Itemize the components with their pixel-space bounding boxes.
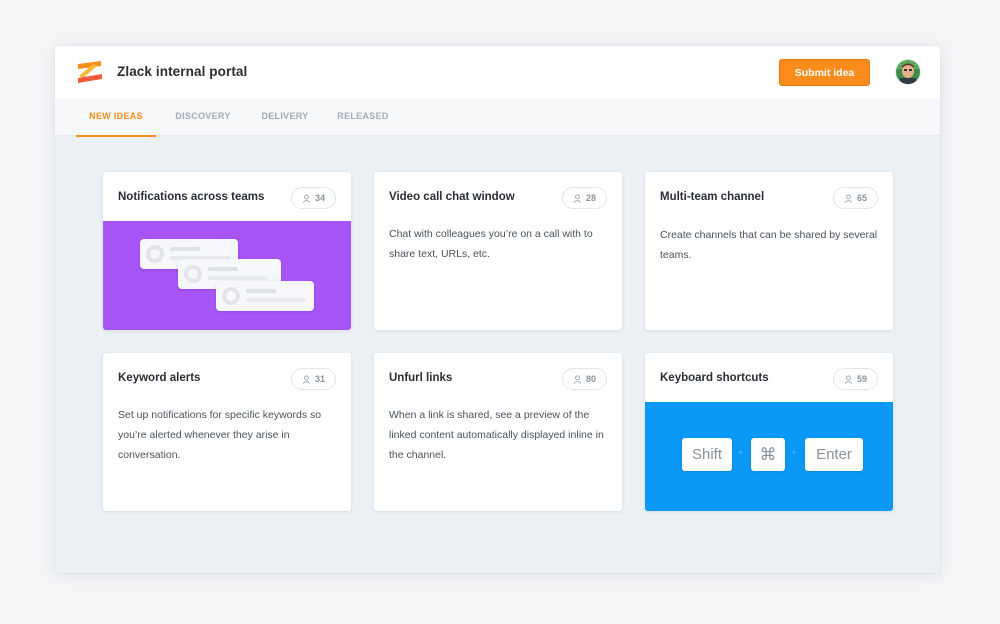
tab-discovery[interactable]: DISCOVERY	[168, 99, 238, 136]
card-description: Chat with colleagues you’re on a call wi…	[389, 228, 593, 260]
vote-count: 65	[856, 193, 867, 203]
vote-button[interactable]: 28	[562, 187, 607, 209]
user-icon	[302, 374, 311, 384]
idea-card[interactable]: Multi-team channel 65 Create channels th…	[645, 172, 893, 330]
idea-card[interactable]: Video call chat window 28 Chat with coll…	[374, 172, 622, 330]
idea-card[interactable]: Keyboard shortcuts 59 Shift + ⌘ + Enter	[645, 353, 893, 511]
notifications-illustration	[103, 221, 351, 330]
card-title: Keyboard shortcuts	[660, 372, 769, 384]
user-icon	[844, 193, 853, 203]
card-description: Set up notifications for specific keywor…	[118, 409, 322, 461]
portal-window: Zlack internal portal Submit idea NEW ID…	[55, 46, 940, 573]
vote-button[interactable]: 34	[291, 187, 336, 209]
tab-released[interactable]: RELEASED	[331, 99, 395, 136]
notification-preview	[216, 281, 314, 311]
vote-button[interactable]: 31	[291, 368, 336, 390]
card-title: Notifications across teams	[118, 191, 265, 203]
vote-button[interactable]: 59	[833, 368, 878, 390]
card-title: Video call chat window	[389, 191, 515, 203]
idea-card[interactable]: Keyword alerts 31 Set up notifications f…	[103, 353, 351, 511]
vote-button[interactable]: 80	[562, 368, 607, 390]
command-key: ⌘	[751, 438, 785, 471]
top-bar: Zlack internal portal Submit idea	[55, 46, 940, 99]
tab-new-ideas[interactable]: NEW IDEAS	[76, 99, 156, 137]
enter-key: Enter	[805, 438, 863, 471]
shift-key: Shift	[682, 438, 732, 471]
app-title: Zlack internal portal	[117, 64, 248, 79]
card-description: Create channels that can be shared by se…	[660, 229, 878, 261]
user-icon	[573, 374, 582, 384]
user-icon	[844, 374, 853, 384]
vote-count: 28	[585, 193, 596, 203]
tab-delivery[interactable]: DELIVERY	[253, 99, 317, 136]
idea-card[interactable]: Unfurl links 80 When a link is shared, s…	[374, 353, 622, 511]
idea-card[interactable]: Notifications across teams 34	[103, 172, 351, 330]
card-title: Keyword alerts	[118, 372, 201, 384]
plus-sign: +	[738, 448, 744, 459]
vote-count: 34	[314, 193, 325, 203]
zlack-logo[interactable]	[75, 59, 105, 85]
vote-count: 59	[856, 374, 867, 384]
user-avatar[interactable]	[896, 60, 920, 84]
vote-button[interactable]: 65	[833, 187, 878, 209]
plus-sign: +	[791, 448, 797, 459]
card-title: Unfurl links	[389, 372, 453, 384]
card-title: Multi-team channel	[660, 191, 765, 203]
card-description: When a link is shared, see a preview of …	[389, 409, 604, 461]
stage-tabs: NEW IDEAS DISCOVERY DELIVERY RELEASED	[55, 99, 940, 137]
vote-count: 80	[585, 374, 596, 384]
vote-count: 31	[314, 374, 325, 384]
keyboard-shortcut-illustration: Shift + ⌘ + Enter	[645, 402, 893, 511]
submit-idea-button[interactable]: Submit idea	[779, 59, 870, 86]
user-icon	[573, 193, 582, 203]
user-icon	[302, 193, 311, 203]
